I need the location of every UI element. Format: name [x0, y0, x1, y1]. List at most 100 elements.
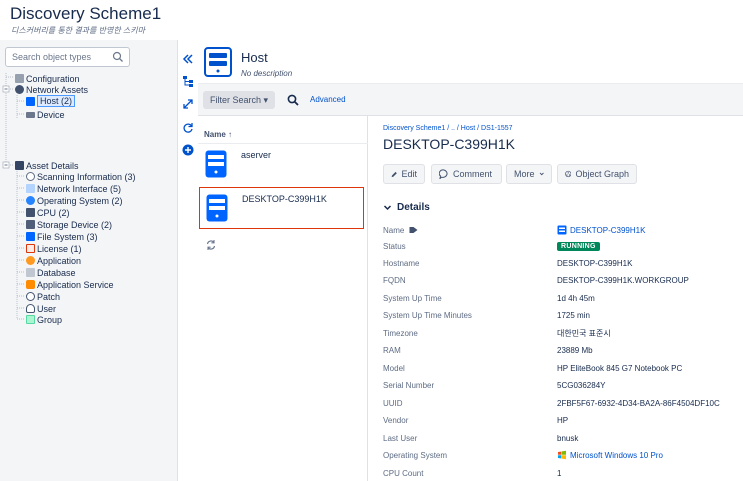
storage-icon	[26, 220, 35, 229]
attribute-key: Last User	[383, 433, 418, 443]
application-icon	[26, 256, 35, 265]
tree-item-file-system[interactable]: File System (3)	[26, 231, 98, 242]
tree-item-label: Configuration	[26, 73, 80, 84]
tree-item-label: Scanning Information (3)	[37, 171, 136, 182]
tree-item-label: Operating System (2)	[37, 195, 123, 206]
tree-item-configuration[interactable]: Configuration	[15, 73, 80, 84]
tree-item-network-interface[interactable]: Network Interface (5)	[26, 183, 121, 194]
refresh-tree-icon[interactable]	[182, 122, 194, 134]
advanced-search-link[interactable]: Advanced	[310, 95, 346, 104]
page-header: Discovery Scheme1 디스커버리를 통한 결과를 반영한 스키마	[0, 0, 743, 40]
object-type-title: Host	[241, 50, 268, 65]
comment-button[interactable]: Comment	[431, 164, 502, 184]
application-service-icon	[26, 280, 35, 289]
tree-item-label: Host (2)	[37, 95, 76, 107]
tree-item-label: Patch	[37, 291, 61, 302]
attribute-value-link[interactable]: DESKTOP-C399H1K	[557, 225, 645, 235]
hierarchy-icon[interactable]	[182, 75, 194, 87]
object-graph-button[interactable]: Object Graph	[557, 164, 637, 184]
host-icon	[557, 225, 567, 235]
attribute-key: System Up Time Minutes	[383, 310, 472, 320]
object-panel: Host No description Filter Search ▾ Adva…	[198, 40, 743, 481]
user-icon	[26, 304, 35, 313]
tag-icon	[409, 227, 418, 234]
attribute-row: System Up Time 1d 4h 45m	[383, 290, 743, 306]
tree-item-application[interactable]: Application	[26, 255, 81, 266]
object-graph-label: Object Graph	[575, 169, 629, 179]
tree-item-label: Storage Device (2)	[37, 219, 113, 230]
attribute-row: Last User bnusk	[383, 430, 743, 446]
tree-item-user[interactable]: User	[26, 303, 56, 314]
attribute-value: bnusk	[557, 433, 579, 443]
expand-arrows-icon[interactable]	[182, 98, 194, 110]
comment-label: Comment	[453, 169, 493, 179]
attribute-value: HP EliteBook 845 G7 Notebook PC	[557, 363, 683, 373]
scanning-icon	[26, 172, 35, 181]
object-type-search-input[interactable]	[6, 48, 106, 66]
add-object-type-icon[interactable]	[182, 144, 194, 156]
attribute-row: Timezone 대한민국 표준시	[383, 325, 743, 341]
more-menu-button[interactable]: More	[506, 164, 552, 184]
tree-item-device[interactable]: Device	[26, 109, 65, 120]
edit-button[interactable]: Edit	[383, 164, 425, 184]
group-icon	[26, 315, 35, 324]
configuration-icon	[15, 74, 24, 83]
tree-item-network-assets[interactable]: Network Assets	[15, 84, 88, 95]
attribute-row: Name DESKTOP-C399H1K	[383, 222, 743, 238]
list-item-name: DESKTOP-C399H1K	[242, 194, 327, 204]
tree-item-label: User	[37, 303, 57, 314]
tree-item-operating-system[interactable]: Operating System (2)	[26, 195, 123, 206]
database-icon	[26, 268, 35, 277]
attribute-value: 2FBF5F67-6932-4D34-BA2A-86F4504DF10C	[557, 398, 720, 408]
load-more-icon[interactable]	[205, 239, 217, 251]
cpu-icon	[26, 208, 35, 217]
breadcrumb[interactable]: Discovery Scheme1 / .. / Host / DS1-1557	[383, 125, 513, 132]
object-type-description: No description	[241, 69, 293, 78]
tree-item-patch[interactable]: Patch	[26, 291, 60, 302]
tree-item-label: Application	[37, 255, 82, 266]
attribute-row: CPU Count 1	[383, 465, 743, 481]
details-section-toggle[interactable]: Details	[383, 202, 430, 213]
attribute-row: System Up Time Minutes 1725 min	[383, 307, 743, 323]
chevron-down-icon	[539, 172, 544, 176]
object-type-search[interactable]	[5, 47, 130, 67]
license-icon	[26, 244, 35, 253]
attribute-value: DESKTOP-C399H1K	[557, 258, 633, 268]
network-assets-icon	[15, 85, 24, 94]
tree-item-label: Network Interface (5)	[37, 183, 122, 194]
attribute-row: FQDN DESKTOP-C399H1K.WORKGROUP	[383, 272, 743, 288]
attribute-key: RAM	[383, 345, 401, 355]
tree-item-group[interactable]: Group	[26, 314, 62, 325]
attribute-value-link[interactable]: Microsoft Windows 10 Pro	[557, 450, 663, 460]
attribute-row: Serial Number 5CG036284Y	[383, 377, 743, 393]
tree-item-scanning-information[interactable]: Scanning Information (3)	[26, 171, 136, 182]
attribute-value: HP	[557, 415, 569, 425]
tree-item-license[interactable]: License (1)	[26, 243, 82, 254]
tree-item-asset-details[interactable]: Asset Details	[15, 160, 79, 171]
page-subtitle: 디스커버리를 통한 결과를 반영한 스키마	[11, 26, 146, 35]
tree-item-database[interactable]: Database	[26, 267, 76, 278]
attribute-key: CPU Count	[383, 468, 424, 478]
search-icon[interactable]	[112, 51, 124, 63]
tree-item-host[interactable]: Host (2)	[26, 95, 76, 107]
edit-label: Edit	[401, 169, 417, 179]
tree-item-cpu[interactable]: CPU (2)	[26, 207, 70, 218]
tree-item-storage-device[interactable]: Storage Device (2)	[26, 219, 112, 230]
tree-item-application-service[interactable]: Application Service	[26, 279, 114, 290]
list-item-name: aserver	[241, 150, 272, 160]
list-item-selected[interactable]: DESKTOP-C399H1K	[199, 187, 364, 229]
tree-item-label: File System (3)	[37, 231, 98, 242]
tree-item-label: Network Assets	[26, 84, 89, 95]
tree-item-label: License (1)	[37, 243, 82, 254]
collapse-sidebar-icon[interactable]	[182, 53, 194, 65]
attribute-value: RUNNING	[557, 241, 600, 251]
attribute-key: Operating System	[383, 450, 448, 460]
list-item[interactable]: aserver	[199, 144, 364, 186]
patch-icon	[26, 292, 35, 301]
list-sort-header[interactable]: Name ↑	[198, 116, 368, 144]
attribute-row: Operating System Microsoft Windows 10 Pr…	[383, 447, 743, 463]
search-icon[interactable]	[287, 94, 299, 106]
attribute-key: System Up Time	[383, 293, 442, 303]
attribute-row: Vendor HP	[383, 412, 743, 428]
filter-search-dropdown[interactable]: Filter Search ▾	[203, 91, 275, 109]
